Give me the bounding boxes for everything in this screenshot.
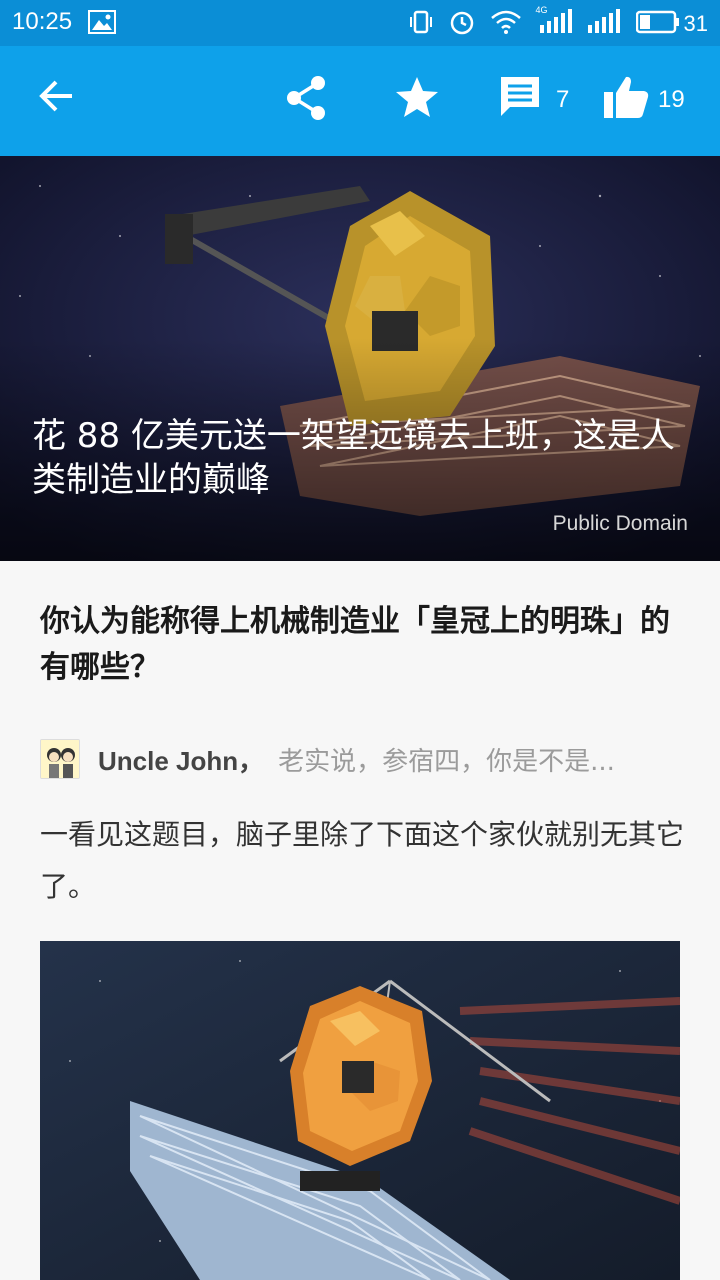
alarm-icon: [448, 8, 476, 40]
battery-icon: [635, 10, 680, 38]
author-bio: 老实说，参宿四，你是不是...: [278, 746, 615, 777]
question-title[interactable]: 你认为能称得上机械制造业「皇冠上的明珠」的有哪些？: [40, 599, 680, 691]
wifi-icon: [490, 9, 522, 39]
back-arrow-icon[interactable]: [34, 74, 78, 122]
avatar[interactable]: [40, 739, 80, 779]
app-toolbar: 7 19: [0, 46, 720, 156]
share-icon[interactable]: [284, 74, 328, 126]
thumbs-up-icon[interactable]: [602, 74, 650, 124]
cellular-signal-icon: [586, 9, 622, 39]
network-type-label: 4G: [535, 5, 548, 15]
cellular-4g-icon: 4G: [536, 5, 572, 39]
image-notification-icon: [88, 10, 116, 38]
answer-excerpt[interactable]: 一看见这题目，脑子里除了下面这个家伙就别无其它了。: [40, 809, 685, 913]
article-content: 你认为能称得上机械制造业「皇冠上的明珠」的有哪些？ Uncle John， 老实…: [0, 561, 720, 1280]
like-count[interactable]: 19: [658, 86, 685, 114]
vibrate-icon: [408, 9, 434, 39]
star-icon[interactable]: [394, 74, 440, 124]
status-bar: 10:25 4G 31: [0, 0, 720, 46]
status-time: 10:25: [12, 8, 73, 35]
telescope-photo: [40, 941, 680, 1280]
status-icons: 4G 31: [408, 5, 708, 40]
battery-level: 31: [683, 11, 708, 36]
author-name[interactable]: Uncle John，: [98, 741, 264, 778]
hero-title: 花 88 亿美元送一架望远镜去上班，这是人类制造业的巅峰: [32, 416, 675, 500]
comment-icon[interactable]: [498, 74, 542, 124]
comment-count[interactable]: 7: [556, 86, 569, 114]
answer-image[interactable]: [40, 941, 680, 1280]
answer-author-row[interactable]: Uncle John， 老实说，参宿四，你是不是...: [40, 737, 680, 781]
image-credit: Public Domain: [552, 512, 688, 535]
hero-banner[interactable]: 花 88 亿美元送一架望远镜去上班，这是人类制造业的巅峰 Public Doma…: [0, 156, 720, 561]
